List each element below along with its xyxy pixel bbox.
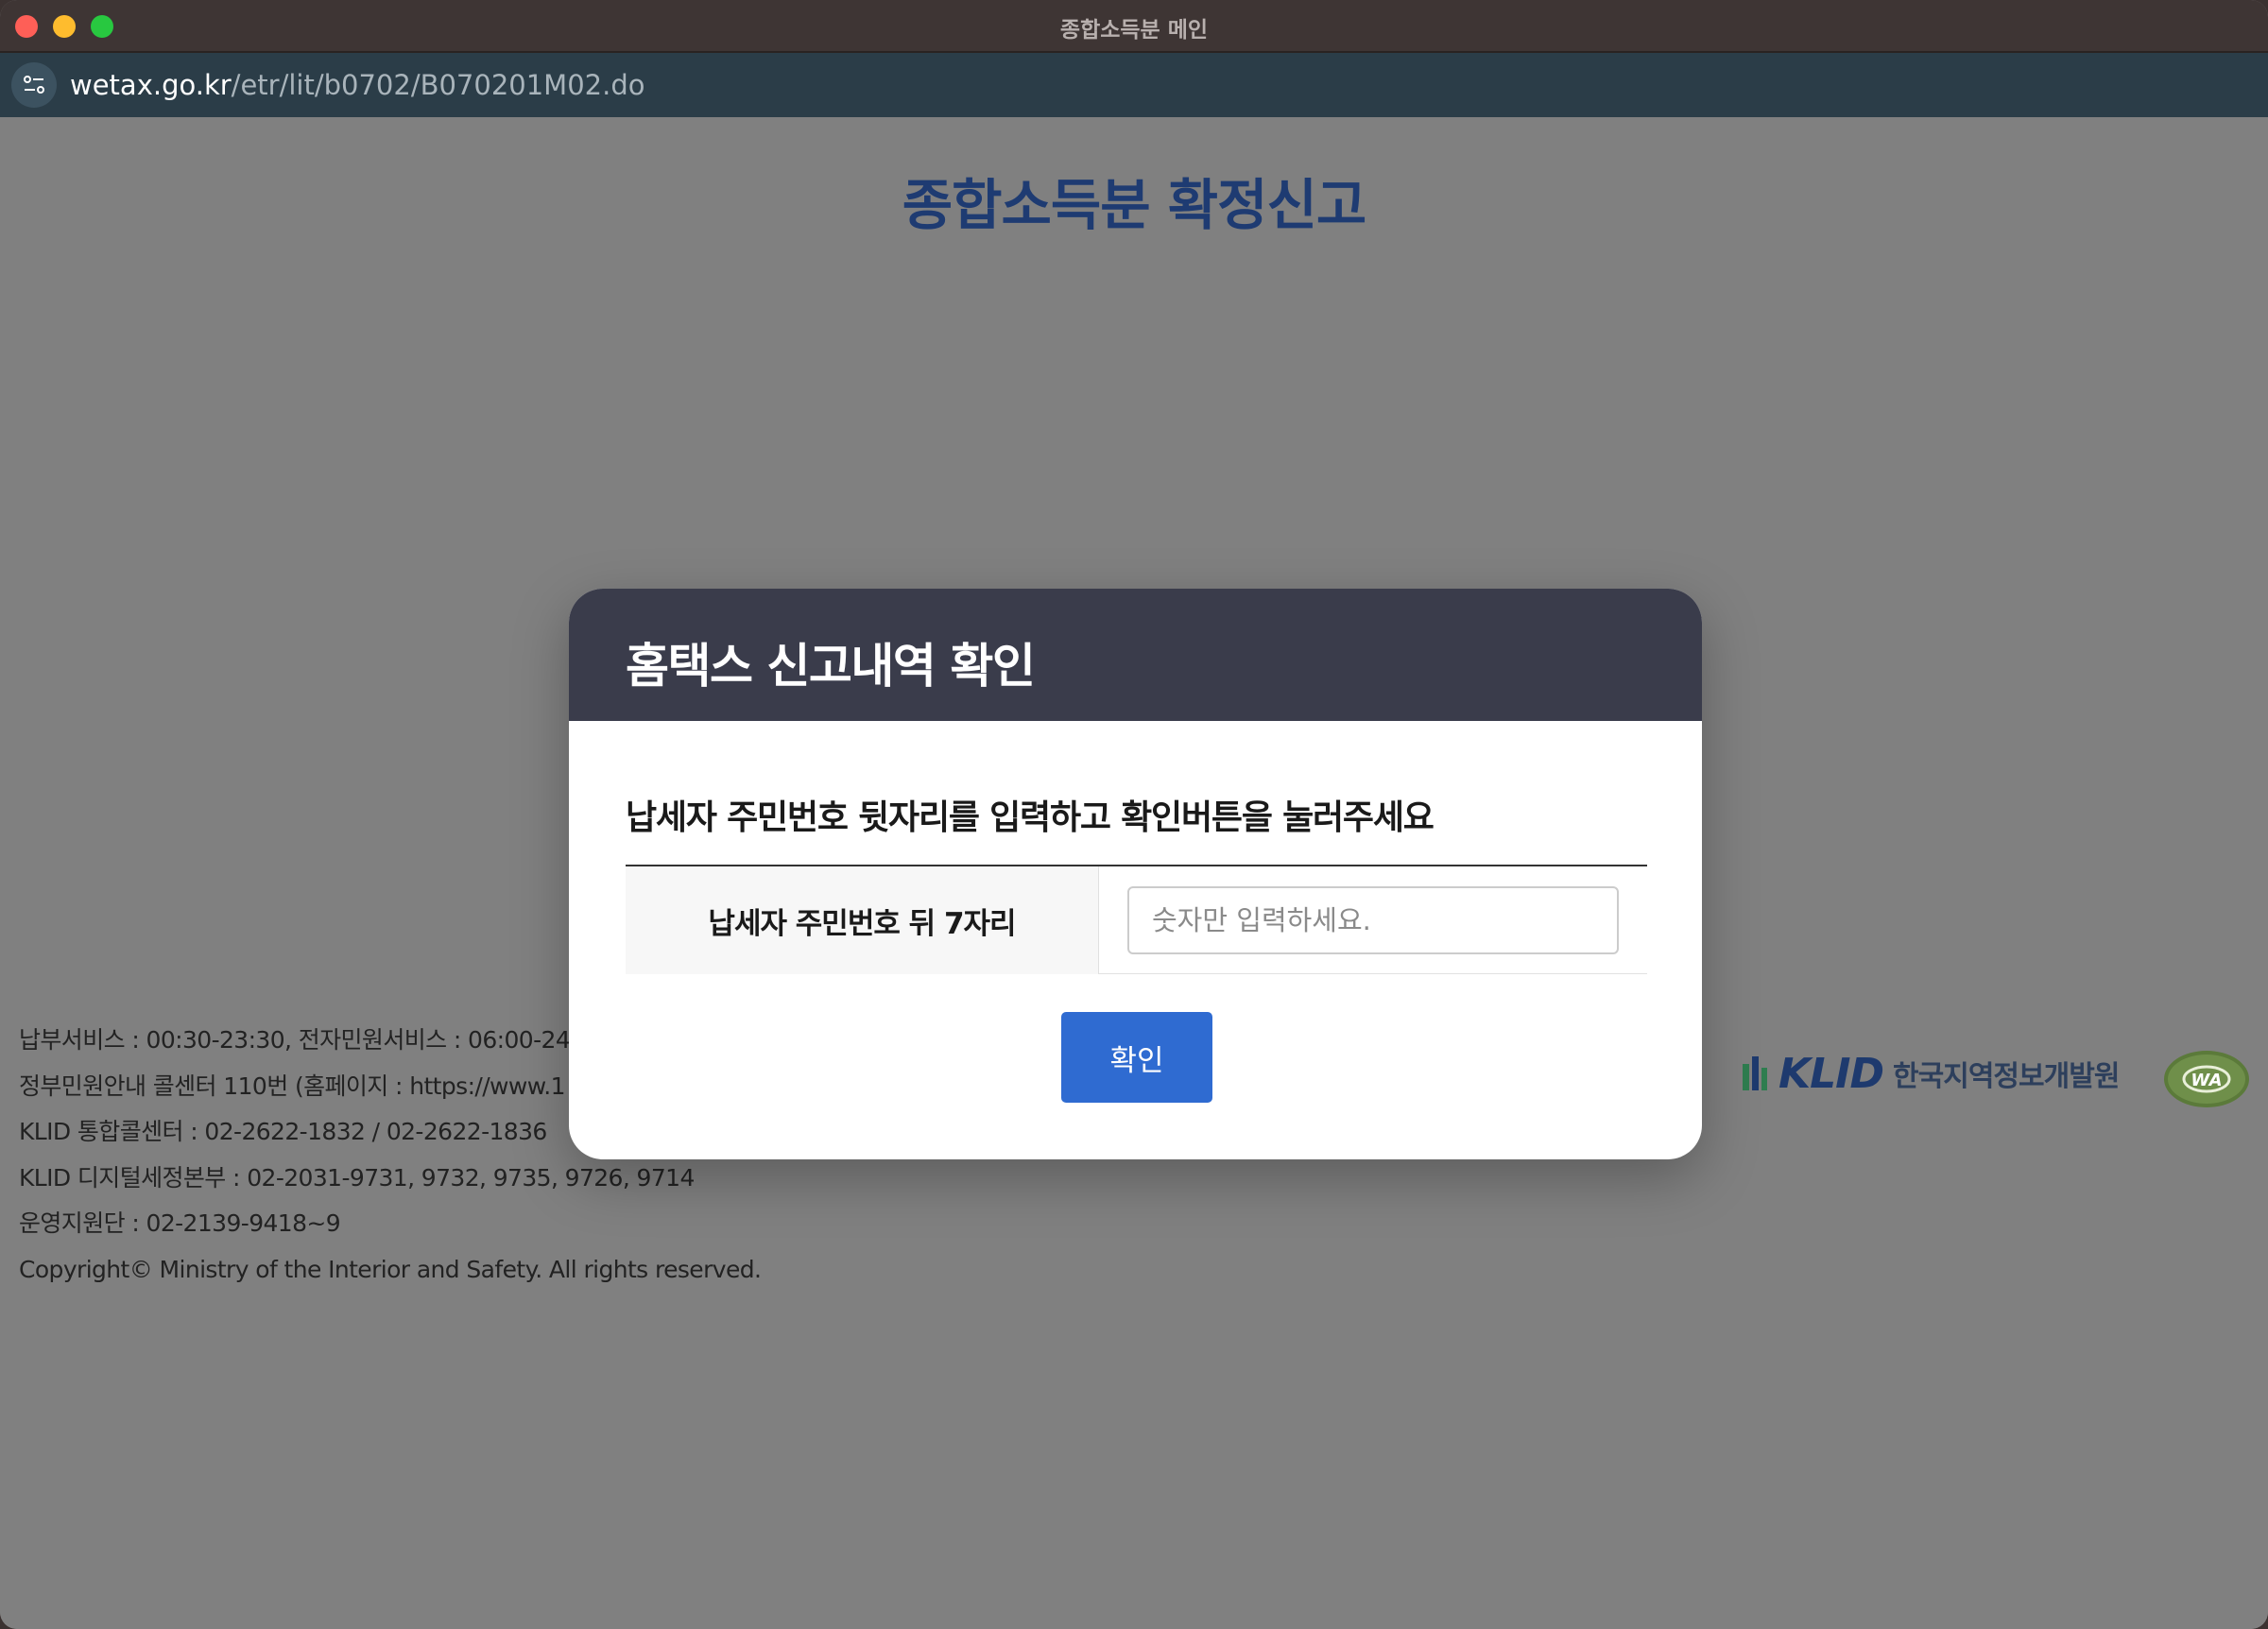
footer-support-team: 운영지원단 : 02-2139-9418~9 <box>19 1209 341 1237</box>
dialog-instruction: 납세자 주민번호 뒷자리를 입력하고 확인버튼을 눌러주세요 <box>626 798 1435 837</box>
url-host: wetax.go.kr <box>70 69 232 101</box>
title-bar: 종합소득분 메인 <box>0 0 2268 53</box>
klid-logo: KLID 한국지역정보개발원 <box>1741 1047 2120 1100</box>
url-path: /etr/lit/b0702/B070201M02.do <box>231 69 645 101</box>
hometax-confirm-dialog: 홈택스 신고내역 확인 납세자 주민번호 뒷자리를 입력하고 확인버튼을 눌러주… <box>569 589 1702 1159</box>
url-text[interactable]: wetax.go.kr/etr/lit/b0702/B070201M02.do <box>70 69 644 101</box>
site-settings-icon[interactable] <box>11 62 57 108</box>
address-bar[interactable]: wetax.go.kr/etr/lit/b0702/B070201M02.do <box>0 53 2268 117</box>
footer-copyright: Copyright© Ministry of the Interior and … <box>19 1255 762 1283</box>
ssn-label-cell: 납세자 주민번호 뒤 7자리 <box>626 866 1099 974</box>
browser-window: 종합소득분 메인 wetax.go.kr/etr/lit/b0702/B0702… <box>0 0 2268 1629</box>
ssn-field-label: 납세자 주민번호 뒤 7자리 <box>708 906 1016 941</box>
klid-emblem-icon <box>1743 1056 1767 1090</box>
footer-klid-digital-tax: KLID 디지털세정본부 : 02-2031-9731, 9732, 9735,… <box>19 1163 695 1192</box>
klid-wordmark: KLID <box>1778 1049 1884 1098</box>
page-title: 종합소득분 확정신고 <box>902 173 1366 237</box>
dialog-header: 홈택스 신고내역 확인 <box>569 589 1702 721</box>
wa-mark-text: WA <box>2191 1071 2222 1090</box>
confirm-button[interactable]: 확인 <box>1061 1012 1212 1103</box>
web-accessibility-mark-icon: WA <box>2164 1051 2249 1107</box>
ssn-back-digits-input[interactable] <box>1127 886 1619 954</box>
dialog-title: 홈택스 신고내역 확인 <box>626 639 1036 694</box>
klid-org-name: 한국지역정보개발원 <box>1893 1060 2120 1093</box>
ssn-form-table: 납세자 주민번호 뒤 7자리 <box>626 865 1647 974</box>
window-title: 종합소득분 메인 <box>1059 18 1209 43</box>
